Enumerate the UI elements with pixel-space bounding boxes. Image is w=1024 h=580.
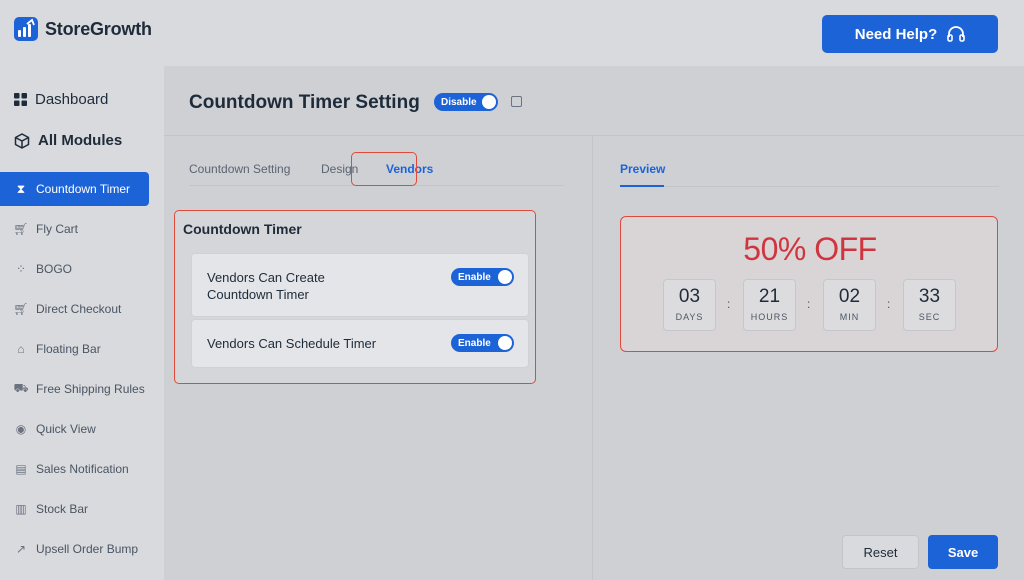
countdown-days: 03 DAYS <box>663 279 716 331</box>
toggle-knob <box>482 95 496 109</box>
hourglass-icon: ⧗ <box>16 181 26 196</box>
countdown-timer-card: Countdown Timer Vendors Can Create Count… <box>174 210 536 384</box>
cart-icon: 🛒︎ <box>13 222 29 236</box>
countdown-hours: 21 HOURS <box>743 279 796 331</box>
toggle-label: Enable <box>458 271 491 283</box>
sidebar-dashboard[interactable]: Dashboard <box>14 91 108 108</box>
section-title: Countdown Timer <box>183 221 302 237</box>
sidebar: Dashboard All Modules ⧗ Countdown Timer … <box>0 66 164 580</box>
need-help-label: Need Help? <box>854 25 938 43</box>
module-enable-toggle[interactable]: Disable <box>434 93 498 111</box>
active-tab-highlight <box>351 152 417 186</box>
sidebar-item-label: Fly Cart <box>36 222 78 236</box>
docs-icon[interactable] <box>511 96 522 107</box>
toggle-label: Enable <box>458 337 491 349</box>
main-panel: Countdown Timer Setting Disable Countdow… <box>164 66 1024 580</box>
sidebar-item-label: Sales Notification <box>36 462 129 476</box>
sidebar-item-countdown-timer[interactable]: ⧗ Countdown Timer <box>0 172 149 206</box>
sidebar-dashboard-label: Dashboard <box>35 91 109 108</box>
tab-countdown-setting[interactable]: Countdown Setting <box>189 162 290 176</box>
countdown-unit: HOURS <box>750 312 789 322</box>
vendors-create-toggle[interactable]: Enable <box>451 268 514 286</box>
page-header: Countdown Timer Setting Disable <box>164 66 1024 136</box>
sidebar-all-modules[interactable]: All Modules <box>14 132 122 149</box>
sidebar-item-label: Quick View <box>36 422 96 436</box>
countdown-separator: : <box>807 297 811 311</box>
sidebar-all-modules-label: All Modules <box>38 132 123 149</box>
countdown-value: 21 <box>758 286 781 307</box>
tag-icon: ⌂ <box>17 342 25 356</box>
countdown-separator: : <box>887 297 891 311</box>
option-label-line1: Vendors Can Create <box>207 270 325 285</box>
toggle-knob <box>498 270 512 284</box>
countdown-value: 33 <box>918 286 941 307</box>
option-vendors-create: Vendors Can Create Countdown Timer Enabl… <box>191 253 529 317</box>
sidebar-item-label: Countdown Timer <box>36 182 131 196</box>
module-toggle-label: Disable <box>441 96 477 108</box>
vendors-schedule-toggle[interactable]: Enable <box>451 334 514 352</box>
sidebar-item-upsell-order-bump[interactable]: ↗ Upsell Order Bump <box>0 532 149 566</box>
sidebar-item-fly-cart[interactable]: 🛒︎ Fly Cart <box>0 212 149 246</box>
cube-icon <box>14 132 30 149</box>
brand-logo[interactable]: StoreGrowth <box>14 17 152 41</box>
sidebar-item-floating-bar[interactable]: ⌂ Floating Bar <box>0 332 149 366</box>
countdown-unit: MIN <box>839 312 860 322</box>
bar-chart-icon: ▥ <box>15 502 27 516</box>
option-label: Vendors Can Schedule Timer <box>207 336 377 351</box>
option-label: Vendors Can Create Countdown Timer <box>207 269 325 303</box>
top-bar: StoreGrowth Need Help? <box>0 0 1024 66</box>
countdown-unit: SEC <box>918 312 941 322</box>
sidebar-item-label: Upsell Order Bump <box>36 542 139 556</box>
headphones-icon <box>947 26 966 42</box>
option-label-line2: Countdown Timer <box>207 287 309 302</box>
sidebar-item-label: Floating Bar <box>36 342 101 356</box>
reset-button[interactable]: Reset <box>842 535 919 569</box>
preview-divider <box>664 186 999 187</box>
sidebar-item-quick-view[interactable]: ◉ Quick View <box>0 412 149 446</box>
tab-preview[interactable]: Preview <box>620 162 665 176</box>
need-help-button[interactable]: Need Help? <box>822 15 998 53</box>
sidebar-item-bogo[interactable]: ⁘ BOGO <box>0 252 149 286</box>
notification-icon: ▤ <box>15 462 27 476</box>
countdown-separator: : <box>727 297 731 311</box>
sidebar-item-direct-checkout[interactable]: 🛒︎ Direct Checkout <box>0 292 149 326</box>
logo-icon <box>14 17 38 41</box>
sidebar-item-label: Direct Checkout <box>36 302 122 316</box>
sidebar-item-label: BOGO <box>36 262 73 276</box>
trend-icon: ↗ <box>15 542 27 556</box>
sidebar-item-free-shipping-rules[interactable]: ⛟ Free Shipping Rules <box>0 372 149 406</box>
panel-divider <box>592 136 593 580</box>
checkout-icon: 🛒︎ <box>13 302 29 316</box>
countdown-preview: 50% OFF 03 DAYS : 21 HOURS : 02 MIN : 33… <box>620 216 998 352</box>
sidebar-item-stock-bar[interactable]: ▥ Stock Bar <box>0 492 149 526</box>
grid-icon <box>14 93 27 106</box>
truck-icon: ⛟ <box>13 381 29 395</box>
offer-text: 50% OFF <box>743 231 877 267</box>
countdown-seconds: 33 SEC <box>903 279 956 331</box>
eye-icon: ◉ <box>15 422 27 436</box>
brand-name: StoreGrowth <box>45 18 152 39</box>
option-vendors-schedule: Vendors Can Schedule Timer Enable <box>191 319 529 368</box>
toggle-knob <box>498 336 512 350</box>
page-title: Countdown Timer Setting <box>189 92 420 113</box>
sidebar-item-sales-notification[interactable]: ▤ Sales Notification <box>0 452 149 486</box>
countdown-value: 02 <box>838 286 861 307</box>
sidebar-item-label: Stock Bar <box>36 502 89 516</box>
countdown-value: 03 <box>678 286 701 307</box>
countdown-unit: DAYS <box>675 312 704 322</box>
sidebar-item-label: Free Shipping Rules <box>36 382 145 396</box>
preview-tab-underline <box>620 185 664 187</box>
bogo-icon: ⁘ <box>15 262 27 276</box>
countdown-minutes: 02 MIN <box>823 279 876 331</box>
save-button[interactable]: Save <box>928 535 998 569</box>
